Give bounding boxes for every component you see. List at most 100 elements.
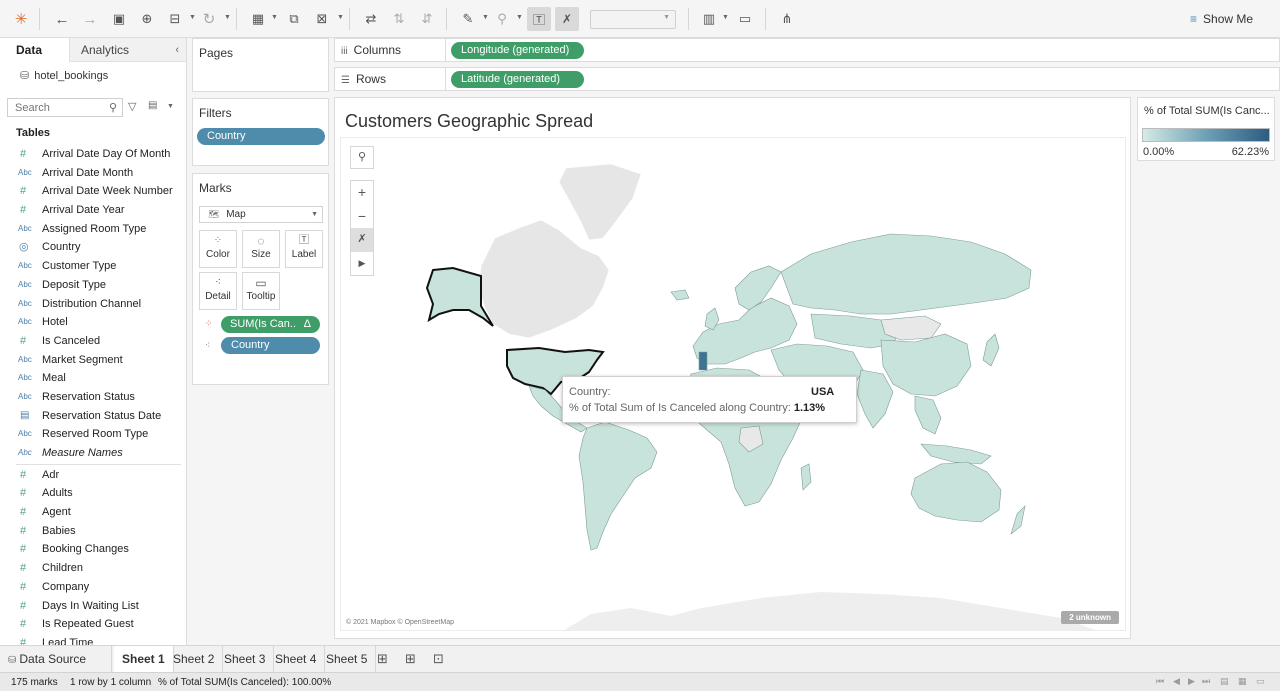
pages-shelf[interactable]: Pages	[192, 38, 329, 92]
field-item[interactable]: # Lead Time	[0, 634, 186, 645]
new-story-icon[interactable]: ⊡	[433, 651, 444, 667]
sort-descending-icon[interactable]: ⇵	[415, 7, 439, 31]
chevron-down-icon[interactable]: ▼	[516, 14, 523, 21]
latitude-pill[interactable]: Latitude (generated)	[451, 71, 584, 88]
field-item[interactable]: # Booking Changes	[0, 540, 186, 559]
field-item[interactable]: # Arrival Date Year	[0, 201, 186, 220]
search-field[interactable]: ⚲	[7, 98, 123, 117]
fit-dropdown[interactable]: ▼	[590, 10, 676, 29]
country-detail-pill[interactable]: Country	[221, 337, 320, 354]
field-item[interactable]: Abc Market Segment	[0, 351, 186, 370]
search-input[interactable]	[8, 99, 104, 116]
measure-pill[interactable]: SUM(Is Can.. Δ	[221, 316, 320, 333]
sort-ascending-icon[interactable]: ⇅	[387, 7, 411, 31]
field-item[interactable]: Abc Measure Names	[0, 444, 186, 463]
mark-type-dropdown[interactable]: 🗺 Map ▼	[199, 206, 323, 223]
field-item[interactable]: Abc Hotel	[0, 313, 186, 332]
label-button[interactable]: 🅃 Label	[285, 230, 323, 268]
field-item[interactable]: # Agent	[0, 503, 186, 522]
longitude-pill[interactable]: Longitude (generated)	[451, 42, 584, 59]
columns-shelf[interactable]: iii Columns Longitude (generated)	[334, 38, 1280, 62]
show-me-button[interactable]: ≡ Show Me	[1190, 12, 1253, 26]
field-item[interactable]: # Children	[0, 559, 186, 578]
map-canvas[interactable]: ⚲ + − ✗ ▶ © 2021 Mapbox © OpenStreetMap …	[340, 137, 1126, 631]
tooltip-button[interactable]: ▭ Tooltip	[242, 272, 280, 310]
clear-sheet-icon[interactable]: ⊠	[310, 7, 334, 31]
chevron-down-icon[interactable]: ▼	[337, 14, 344, 21]
tab-analytics[interactable]: Analytics ‹	[70, 38, 186, 62]
field-item[interactable]: Abc Deposit Type	[0, 276, 186, 295]
zoom-out-button[interactable]: −	[351, 205, 373, 229]
tab-sheet-3[interactable]: Sheet 3	[216, 646, 275, 672]
field-item[interactable]: # Company	[0, 578, 186, 597]
map-search-button[interactable]: ⚲	[350, 146, 374, 169]
group-members-icon[interactable]: ⚲	[490, 7, 514, 31]
tab-data-source[interactable]: ⛁ Data Source	[0, 646, 112, 672]
pause-updates-icon[interactable]: ⊟	[163, 7, 187, 31]
new-datasource-icon[interactable]: ⊕	[135, 7, 159, 31]
save-icon[interactable]: ▣	[107, 7, 131, 31]
chevron-down-icon[interactable]: ▼	[482, 14, 489, 21]
color-legend[interactable]: % of Total SUM(Is Canc... 0.00% 62.23%	[1137, 97, 1275, 161]
view-title[interactable]: Customers Geographic Spread	[345, 111, 593, 132]
filter-country-pill[interactable]: Country	[197, 128, 325, 145]
chevron-down-icon[interactable]: ▼	[271, 14, 278, 21]
unknown-indicator[interactable]: 2 unknown	[1061, 611, 1119, 624]
list-view-icon[interactable]: ▤	[148, 100, 157, 111]
presentation-mode-icon[interactable]: ▭	[733, 7, 757, 31]
field-item[interactable]: # Is Canceled	[0, 332, 186, 351]
undo-icon[interactable]: ←	[50, 7, 74, 31]
datasource-item[interactable]: ⛁ hotel_bookings	[20, 69, 108, 83]
show-hide-cards-icon[interactable]: ▥	[697, 7, 721, 31]
filters-shelf[interactable]: Filters Country	[192, 98, 329, 166]
field-item[interactable]: # Days In Waiting List	[0, 597, 186, 616]
reset-map-button[interactable]: ✗	[351, 228, 373, 252]
tab-data[interactable]: Data	[0, 38, 70, 62]
duplicate-sheet-icon[interactable]: ⧉	[282, 7, 306, 31]
expand-toolbar-arrow-icon[interactable]: ▶	[351, 252, 373, 276]
tab-sheet-5[interactable]: Sheet 5	[318, 646, 377, 672]
chevron-down-icon[interactable]: ▼	[722, 14, 729, 21]
filmstrip-view-icon[interactable]: ▤	[1220, 676, 1229, 687]
highlight-icon[interactable]: ✎	[456, 7, 480, 31]
chevron-down-icon[interactable]: ▼	[167, 103, 174, 110]
field-item[interactable]: Abc Customer Type	[0, 257, 186, 276]
last-sheet-icon[interactable]: ⏭	[1202, 676, 1210, 687]
map-attribution[interactable]: © 2021 Mapbox © OpenStreetMap	[346, 619, 454, 626]
tableau-logo-icon[interactable]: ✳	[9, 7, 33, 31]
new-dashboard-icon[interactable]: ⊞	[405, 651, 416, 667]
new-worksheet-icon[interactable]: ⊞	[377, 651, 388, 667]
redo-icon[interactable]: →	[78, 7, 102, 31]
refresh-icon[interactable]: ↻	[197, 7, 221, 31]
fix-axes-icon[interactable]: ✗	[555, 7, 579, 31]
chevron-down-icon[interactable]: ▼	[224, 14, 231, 21]
filter-icon[interactable]: ▽	[128, 100, 136, 113]
field-item[interactable]: Abc Reserved Room Type	[0, 425, 186, 444]
color-button[interactable]: ⁘ Color	[199, 230, 237, 268]
previous-sheet-icon[interactable]: ◀	[1173, 676, 1180, 687]
field-item[interactable]: Abc Assigned Room Type	[0, 220, 186, 239]
field-item[interactable]: # Adults	[0, 484, 186, 503]
tab-sheet-2[interactable]: Sheet 2	[165, 646, 224, 672]
sheet-sorter-icon[interactable]: ▦	[1238, 676, 1247, 687]
swap-rows-columns-icon[interactable]: ⇄	[359, 7, 383, 31]
field-item[interactable]: Abc Reservation Status	[0, 388, 186, 407]
field-item[interactable]: ▤ Reservation Status Date	[0, 407, 186, 426]
new-worksheet-icon[interactable]: ▦	[246, 7, 270, 31]
field-item[interactable]: Abc Meal	[0, 369, 186, 388]
show-mark-labels-icon[interactable]: 🅃	[527, 7, 551, 31]
field-item[interactable]: # Babies	[0, 522, 186, 541]
field-item[interactable]: # Arrival Date Day Of Month	[0, 145, 186, 164]
first-sheet-icon[interactable]: ⏮	[1156, 676, 1164, 687]
detail-button[interactable]: ⁖ Detail	[199, 272, 237, 310]
chevron-down-icon[interactable]: ▼	[189, 14, 196, 21]
tabs-view-icon[interactable]: ▭	[1256, 676, 1265, 687]
zoom-in-button[interactable]: +	[351, 181, 373, 205]
next-sheet-icon[interactable]: ▶	[1188, 676, 1195, 687]
field-item[interactable]: Abc Distribution Channel	[0, 295, 186, 314]
share-icon[interactable]: ⋔	[775, 7, 799, 31]
field-item[interactable]: # Is Repeated Guest	[0, 615, 186, 634]
size-button[interactable]: ◌ Size	[242, 230, 280, 268]
field-item[interactable]: ◎ Country	[0, 238, 186, 257]
rows-shelf[interactable]: ☰ Rows Latitude (generated)	[334, 67, 1280, 91]
